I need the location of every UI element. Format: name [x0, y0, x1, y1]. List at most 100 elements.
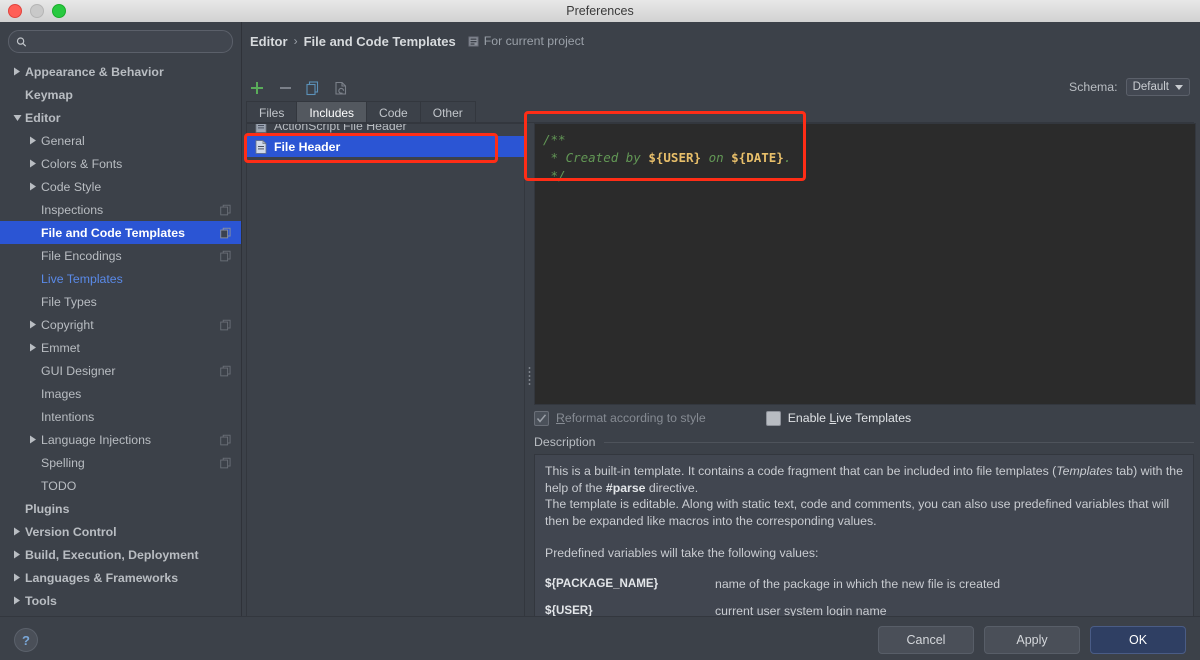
description-header-label: Description	[534, 435, 596, 449]
sidebar-item-colors-fonts[interactable]: Colors & Fonts	[0, 152, 241, 175]
sidebar-item-copyright[interactable]: Copyright	[0, 313, 241, 336]
minimize-window-button[interactable]	[30, 4, 44, 18]
settings-sidebar: Appearance & Behavior Keymap Editor General…	[0, 22, 242, 616]
sidebar-item-label: Languages & Frameworks	[25, 570, 179, 585]
disclosure-arrow[interactable]	[12, 67, 22, 77]
copy-template-button[interactable]	[305, 80, 321, 96]
tab-includes[interactable]: Includes	[296, 101, 368, 123]
close-window-button[interactable]	[8, 4, 22, 18]
window-controls	[8, 0, 66, 22]
sidebar-item-appearance-behavior[interactable]: Appearance & Behavior	[0, 60, 241, 83]
sidebar-item-keymap[interactable]: Keymap	[0, 83, 241, 106]
disclosure-arrow[interactable]	[28, 435, 38, 445]
pane-splitter[interactable]	[525, 123, 534, 626]
disclosure-arrow[interactable]	[28, 389, 38, 399]
disclosure-arrow[interactable]	[12, 504, 22, 514]
template-code-editor[interactable]: /** * Created by ${USER} on ${DATE}. */	[534, 123, 1196, 405]
plus-icon	[251, 82, 263, 94]
disclosure-arrow[interactable]	[28, 251, 38, 261]
sidebar-item-inspections[interactable]: Inspections	[0, 198, 241, 221]
search-box[interactable]	[8, 30, 233, 53]
sidebar-item-label: File Encodings	[41, 248, 122, 263]
reset-template-button[interactable]	[333, 80, 349, 96]
sidebar-item-general[interactable]: General	[0, 129, 241, 152]
sidebar-item-gui-designer[interactable]: GUI Designer	[0, 359, 241, 382]
breadcrumb-root[interactable]: Editor	[250, 34, 288, 49]
disclosure-arrow[interactable]	[28, 458, 38, 468]
ok-button[interactable]: OK	[1090, 626, 1186, 654]
list-item[interactable]: File Header	[247, 136, 524, 157]
reformat-checkbox[interactable]	[534, 410, 549, 426]
disclosure-arrow[interactable]	[12, 90, 22, 100]
chevron-right-icon	[30, 136, 36, 145]
live-templates-label: Enable Live Templates	[787, 411, 912, 425]
live-templates-option[interactable]: Enable Live Templates	[765, 410, 912, 426]
template-category-tabs: Files Includes Code Other	[246, 101, 476, 123]
help-button[interactable]: ?	[14, 628, 38, 652]
remove-template-button[interactable]	[277, 80, 293, 96]
copy-indicator-icon	[220, 204, 231, 215]
disclosure-arrow[interactable]	[28, 205, 38, 215]
sidebar-item-tools[interactable]: Tools	[0, 589, 241, 612]
disclosure-arrow[interactable]	[28, 182, 38, 192]
sidebar-item-label: Copyright	[41, 317, 94, 332]
sidebar-item-file-encodings[interactable]: File Encodings	[0, 244, 241, 267]
sidebar-item-images[interactable]: Images	[0, 382, 241, 405]
disclosure-arrow[interactable]	[12, 596, 22, 606]
disclosure-arrow[interactable]	[28, 274, 38, 284]
tab-code[interactable]: Code	[366, 101, 421, 123]
sidebar-item-file-types[interactable]: File Types	[0, 290, 241, 313]
tab-other[interactable]: Other	[419, 101, 476, 123]
sidebar-item-intentions[interactable]: Intentions	[0, 405, 241, 428]
live-templates-checkbox[interactable]	[765, 410, 781, 426]
sidebar-item-live-templates[interactable]: Live Templates	[0, 267, 241, 290]
disclosure-arrow[interactable]	[28, 481, 38, 491]
reformat-option[interactable]: Reformat according to style	[534, 410, 706, 426]
sidebar-item-label: Plugins	[25, 501, 70, 516]
chevron-right-icon	[30, 159, 36, 168]
sidebar-item-version-control[interactable]: Version Control	[0, 520, 241, 543]
sidebar-item-todo[interactable]: TODO	[0, 474, 241, 497]
sidebar-item-language-injections[interactable]: Language Injections	[0, 428, 241, 451]
tab-files[interactable]: Files	[246, 101, 298, 123]
description-paragraph-3: Predefined variables will take the follo…	[545, 546, 819, 560]
disclosure-arrow[interactable]	[28, 320, 38, 330]
cancel-button[interactable]: Cancel	[878, 626, 974, 654]
sidebar-item-label: Editor	[25, 110, 61, 125]
disclosure-arrow[interactable]	[28, 366, 38, 376]
sidebar-item-emmet[interactable]: Emmet	[0, 336, 241, 359]
chevron-right-icon	[30, 320, 36, 329]
disclosure-arrow[interactable]	[12, 573, 22, 583]
sidebar-item-label: File Types	[41, 294, 97, 309]
sidebar-item-code-style[interactable]: Code Style	[0, 175, 241, 198]
maximize-window-button[interactable]	[52, 4, 66, 18]
sidebar-item-editor[interactable]: Editor	[0, 106, 241, 129]
apply-button[interactable]: Apply	[984, 626, 1080, 654]
disclosure-arrow[interactable]	[28, 343, 38, 353]
list-item[interactable]: ActionScript File Header	[247, 123, 524, 136]
disclosure-arrow[interactable]	[28, 297, 38, 307]
disclosure-arrow[interactable]	[12, 527, 22, 537]
search-input[interactable]	[31, 34, 230, 49]
disclosure-arrow[interactable]	[12, 550, 22, 560]
schema-dropdown[interactable]: Default	[1125, 78, 1190, 96]
sidebar-item-spelling[interactable]: Spelling	[0, 451, 241, 474]
sidebar-item-file-and-code-templates[interactable]: File and Code Templates	[0, 221, 241, 244]
disclosure-arrow[interactable]	[28, 228, 38, 238]
templates-toolbar	[249, 77, 349, 99]
sidebar-item-plugins[interactable]: Plugins	[0, 497, 241, 520]
disclosure-arrow[interactable]	[28, 136, 38, 146]
window-title: Preferences	[566, 4, 634, 18]
description-panel: This is a built-in template. It contains…	[534, 454, 1194, 626]
add-template-button[interactable]	[249, 80, 265, 96]
disclosure-arrow[interactable]	[28, 159, 38, 169]
disclosure-arrow[interactable]	[12, 113, 22, 123]
sidebar-item-languages-frameworks[interactable]: Languages & Frameworks	[0, 566, 241, 589]
list-item-label: ActionScript File Header	[274, 123, 407, 133]
template-list[interactable]: ActionScript File Header File Header	[246, 123, 525, 628]
file-template-icon	[255, 139, 267, 154]
settings-tree: Appearance & Behavior Keymap Editor General…	[0, 60, 241, 612]
sidebar-item-build-execution-deployment[interactable]: Build, Execution, Deployment	[0, 543, 241, 566]
disclosure-arrow[interactable]	[28, 412, 38, 422]
breadcrumb-scope: For current project	[468, 34, 584, 48]
